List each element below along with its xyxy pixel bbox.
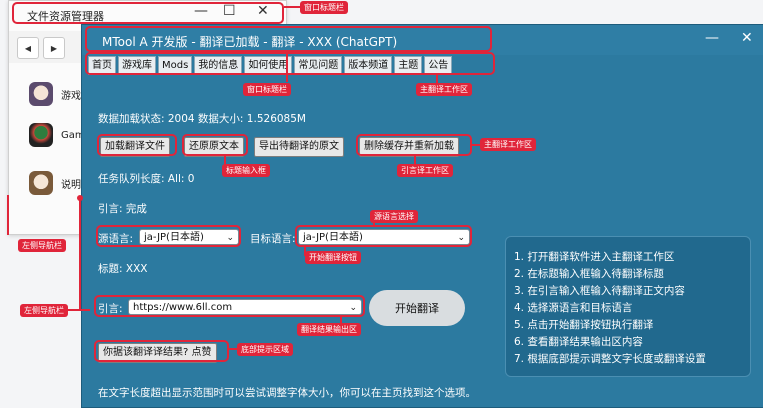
export-original-button[interactable]: 导出待翻译的原文 <box>254 137 344 157</box>
game-character-icon <box>29 123 53 147</box>
annotation-line <box>79 198 81 310</box>
annotation-tag: 引言译工作区 <box>397 164 453 177</box>
annotation-line <box>224 156 226 164</box>
annotation-tag: 窗口标题栏 <box>243 83 291 96</box>
annotation-line <box>7 195 9 235</box>
restore-button-highlight <box>182 134 248 156</box>
target-language-label: 目标语言: <box>250 233 296 245</box>
explorer-titlebar-highlight <box>12 2 284 24</box>
title-field: 标题: XXX <box>98 263 148 275</box>
close-icon[interactable]: ✕ <box>741 30 753 46</box>
anime-avatar-icon <box>29 82 53 106</box>
annotation-tag: 主翻译工作区 <box>416 83 472 96</box>
annotation-tag: 主翻译工作区 <box>480 138 536 151</box>
clear-button-highlight <box>356 134 472 156</box>
annotation-tag: 标题输入框 <box>222 164 270 177</box>
explorer-item-label: 游戏 <box>61 90 81 102</box>
feedback-highlight <box>94 340 229 362</box>
step-item: 6. 查看翻译结果输出区内容 <box>514 336 643 348</box>
tab-bar-highlight <box>85 52 495 75</box>
step-item: 5. 点击开始翻译按钮执行翻译 <box>514 319 654 331</box>
annotation-line <box>414 156 416 164</box>
annotation-line <box>436 75 438 83</box>
quote-url-highlight <box>94 295 365 317</box>
annotation-line <box>284 6 300 8</box>
annotation-tag: 窗口标题栏 <box>300 1 348 14</box>
step-item: 7. 根据底部提示调整文字长度或翻译设置 <box>514 353 706 365</box>
annotation-line <box>472 144 480 146</box>
annotation-line <box>60 309 90 311</box>
annotation-tag: 底部提示区域 <box>237 343 293 356</box>
task-queue-length: 任务队列长度: All: 0 <box>98 173 195 185</box>
annotation-line <box>229 348 237 350</box>
step-item: 1. 打开翻译软件进入主翻译工作区 <box>514 251 675 263</box>
step-item: 3. 在引言输入框输入待翻译正文内容 <box>514 285 685 297</box>
annotation-tag: 开始翻译按钮 <box>305 251 361 264</box>
forward-button[interactable]: ▶ <box>43 37 65 59</box>
annotation-tag: 左侧导航栏 <box>18 239 66 252</box>
step-item: 2. 在标题输入框输入待翻译标题 <box>514 268 664 280</box>
minimize-icon[interactable]: — <box>705 30 719 46</box>
anime-avatar-icon-2 <box>29 171 53 195</box>
annotation-tag: 源语言选择 <box>370 210 418 223</box>
source-lang-highlight <box>96 225 241 247</box>
annotation-tag: 翻译结果输出区 <box>297 323 361 336</box>
main-titlebar-highlight <box>85 26 492 52</box>
quote-status: 引言: 完成 <box>98 203 147 215</box>
footer-tip: 在文字长度超出显示范围时可以尝试调整字体大小，你可以在主页找到这个选项。 <box>98 387 476 399</box>
explorer-item-label: 说明 <box>61 179 81 191</box>
start-translate-button[interactable]: 开始翻译 <box>369 290 465 326</box>
step-item: 4. 选择源语言和目标语言 <box>514 302 633 314</box>
back-button[interactable]: ◀ <box>17 37 39 59</box>
load-button-highlight <box>97 134 177 156</box>
steps-panel: 1. 打开翻译软件进入主翻译工作区 2. 在标题输入框输入待翻译标题 3. 在引… <box>505 236 751 377</box>
annotation-dot <box>77 195 83 201</box>
target-lang-highlight <box>295 225 472 247</box>
data-load-status: 数据加载状态: 2004 数据大小: 1.526085M <box>98 113 306 125</box>
